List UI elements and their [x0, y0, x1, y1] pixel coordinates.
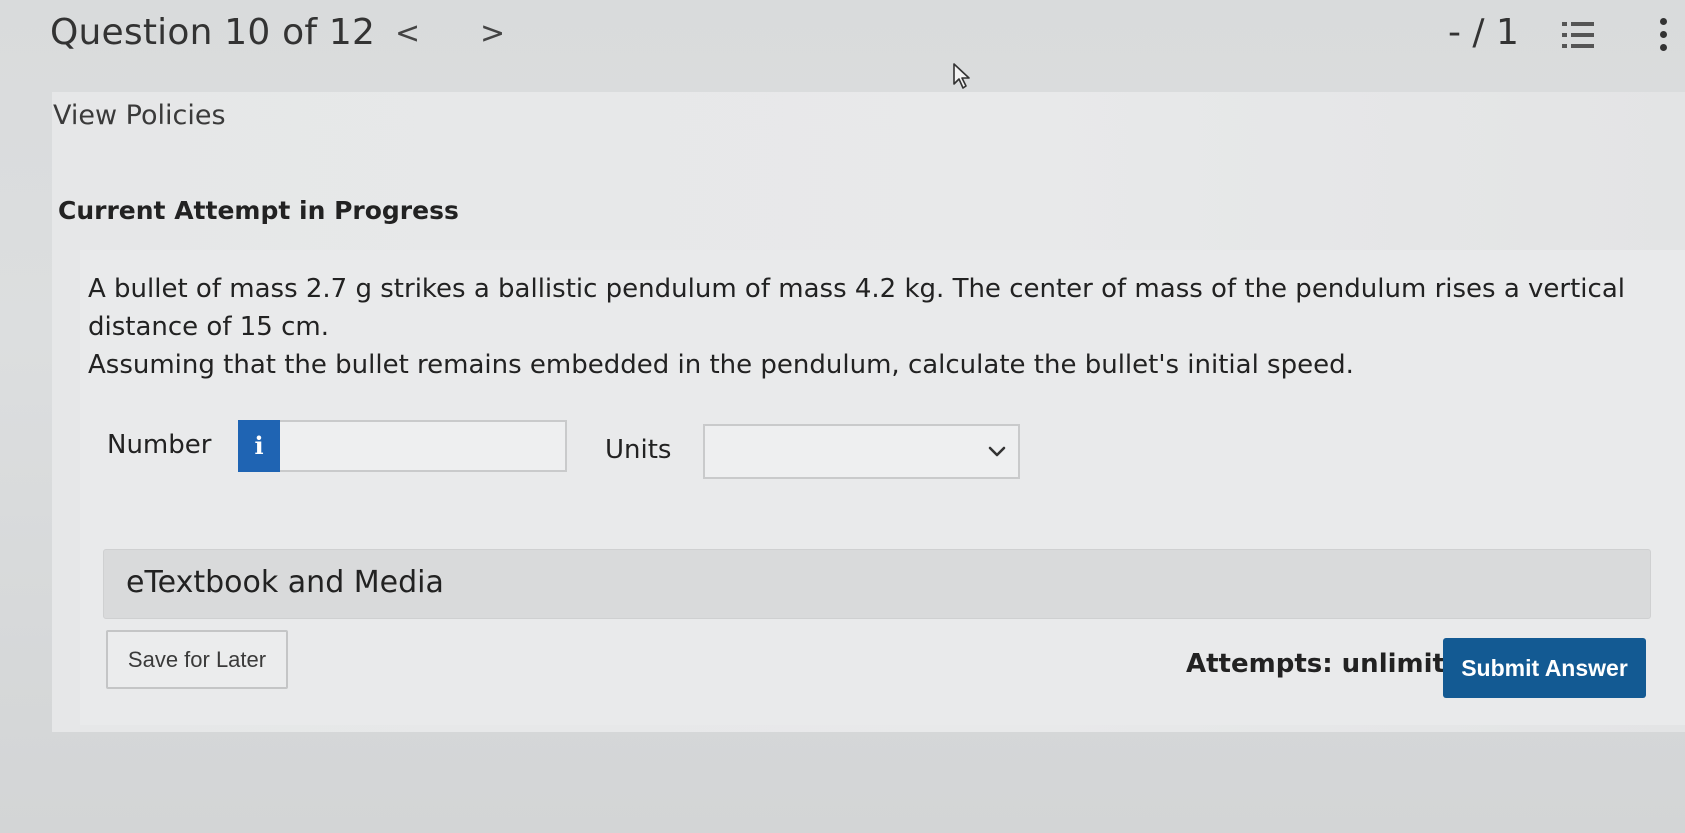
list-icon[interactable] [1562, 20, 1594, 50]
list-icon-dot [1562, 22, 1567, 26]
submit-answer-button[interactable]: Submit Answer [1443, 638, 1646, 698]
list-icon-bar [1571, 33, 1594, 37]
chevron-down-icon [988, 446, 1006, 457]
mouse-cursor-icon [953, 63, 970, 89]
number-label: Number [107, 430, 212, 460]
next-question-icon[interactable]: > [480, 16, 505, 51]
number-input[interactable] [280, 420, 567, 472]
question-line-2: Assuming that the bullet remains embedde… [88, 350, 1354, 380]
etextbook-media-label: eTextbook and Media [126, 565, 444, 600]
list-icon-dot [1562, 33, 1567, 37]
attempt-heading: Current Attempt in Progress [58, 196, 459, 225]
etextbook-media-toggle[interactable]: eTextbook and Media [103, 549, 1651, 619]
list-icon-dot [1562, 44, 1567, 48]
previous-question-icon[interactable]: < [395, 16, 420, 51]
view-policies-link[interactable]: View Policies [53, 100, 226, 131]
info-icon[interactable]: i [238, 420, 280, 472]
question-title: Question 10 of 12 [50, 12, 376, 53]
list-icon-bar [1571, 44, 1594, 48]
kebab-dot [1660, 18, 1667, 25]
question-text: A bullet of mass 2.7 g strikes a ballist… [88, 270, 1678, 384]
save-for-later-button[interactable]: Save for Later [106, 630, 288, 689]
kebab-dot [1660, 31, 1667, 38]
kebab-menu-icon[interactable] [1660, 18, 1668, 52]
score-display: - / 1 [1448, 12, 1519, 53]
list-icon-bar [1571, 22, 1594, 26]
units-select[interactable] [703, 424, 1020, 479]
top-bar: Question 10 of 12 < > - / 1 [0, 0, 1685, 89]
kebab-dot [1660, 44, 1667, 51]
attempts-counter: Attempts: unlimited [1186, 649, 1482, 679]
question-line-1: A bullet of mass 2.7 g strikes a ballist… [88, 274, 1625, 342]
units-label: Units [605, 435, 672, 465]
